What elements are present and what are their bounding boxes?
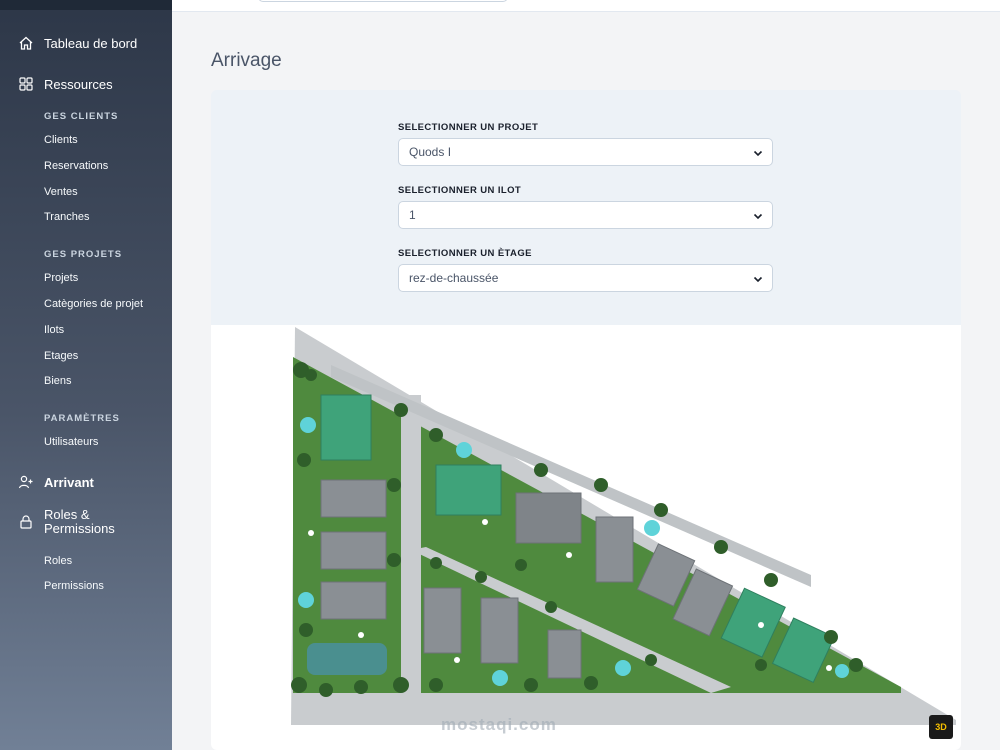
house-gray-roof[interactable] — [480, 597, 519, 664]
sidebar-item-clients[interactable]: Clients — [44, 134, 78, 146]
sidebar-item-label: Tableau de bord — [44, 35, 138, 51]
grid-icon — [19, 77, 33, 91]
house-gray-roof[interactable] — [547, 629, 582, 679]
house-green-roof[interactable] — [435, 464, 502, 516]
chevron-down-icon — [753, 276, 763, 283]
sidebar-item-label: Ressources — [44, 76, 113, 92]
projet-select-value: Quods I — [409, 145, 452, 159]
sidebar-item-label: Roles & — [44, 507, 90, 522]
sidebar-item-categories[interactable]: Catègories de projet — [44, 298, 143, 310]
sidebar-item-tranches[interactable]: Tranches — [44, 211, 89, 223]
search-input[interactable] — [258, 0, 508, 2]
sidebar-item-roles[interactable]: Roles — [44, 555, 72, 567]
sidebar-item-label: Arrivant — [44, 474, 94, 490]
pool — [300, 417, 316, 433]
house-green-roof[interactable] — [320, 394, 372, 461]
home-icon — [19, 36, 33, 50]
sidebar-item-etages[interactable]: Etages — [44, 350, 78, 362]
projet-label: SELECTIONNER UN PROJET — [398, 122, 539, 133]
section-parametres: PARAMÈTRES — [44, 413, 120, 424]
house-gray-roof[interactable] — [595, 516, 634, 583]
sidebar-item-utilisateurs[interactable]: Utilisateurs — [44, 436, 98, 448]
pool — [298, 592, 314, 608]
sidebar-item-projets[interactable]: Projets — [44, 272, 78, 284]
site-plan[interactable]: mostaqi.com 3D — [211, 325, 961, 750]
pool — [615, 660, 631, 676]
top-header — [172, 0, 1000, 12]
sidebar-item-permissions[interactable]: Permissions — [44, 580, 104, 592]
pool — [492, 670, 508, 686]
lock-icon — [20, 515, 32, 529]
sidebar-item-biens[interactable]: Biens — [44, 375, 72, 387]
pond — [307, 643, 387, 675]
watermark-text: mostaqi.com — [441, 715, 557, 734]
sidebar-item-ventes[interactable]: Ventes — [44, 186, 78, 198]
page-title: Arrivage — [211, 50, 282, 71]
house-gray-roof[interactable] — [320, 581, 387, 620]
sidebar-topbar — [0, 0, 172, 10]
brand-logo: 3D — [929, 715, 953, 739]
pool — [835, 664, 849, 678]
section-ges-projets: GES PROJETS — [44, 249, 123, 260]
section-ges-clients: GES CLIENTS — [44, 111, 119, 122]
sidebar-item-resources[interactable]: Ressources — [18, 76, 113, 92]
etage-label: SELECTIONNER UN ÈTAGE — [398, 248, 532, 259]
pool — [456, 442, 472, 458]
arrivage-card: SELECTIONNER UN PROJET Quods I SELECTION… — [211, 90, 961, 750]
sidebar-item-label-line2: Permissions — [44, 521, 115, 536]
ilot-select-value: 1 — [409, 208, 416, 222]
ilot-select[interactable]: 1 — [398, 201, 773, 229]
house-gray-roof[interactable] — [515, 492, 582, 544]
user-plus-icon — [18, 475, 33, 489]
house-gray-roof[interactable] — [320, 479, 387, 518]
chevron-down-icon — [753, 150, 763, 157]
sidebar-item-dashboard[interactable]: Tableau de bord — [18, 35, 137, 51]
house-gray-roof[interactable] — [320, 531, 387, 570]
chevron-down-icon — [753, 213, 763, 220]
pool — [644, 520, 660, 536]
projet-select[interactable]: Quods I — [398, 138, 773, 166]
sidebar-item-arrivant[interactable]: Arrivant — [18, 474, 94, 490]
etage-select[interactable]: rez-de-chaussée — [398, 264, 773, 292]
sidebar-item-roles-permissions[interactable]: Roles & Permissions — [18, 508, 115, 536]
sidebar-item-ilots[interactable]: Ilots — [44, 324, 64, 336]
sidebar: Tableau de bord Ressources GES CLIENTS C… — [0, 0, 172, 750]
house-gray-roof[interactable] — [423, 587, 462, 654]
sidebar-item-reservations[interactable]: Reservations — [44, 160, 108, 172]
etage-select-value: rez-de-chaussée — [409, 271, 499, 285]
site-plan-image — [291, 327, 956, 725]
ilot-label: SELECTIONNER UN ILOT — [398, 185, 522, 196]
